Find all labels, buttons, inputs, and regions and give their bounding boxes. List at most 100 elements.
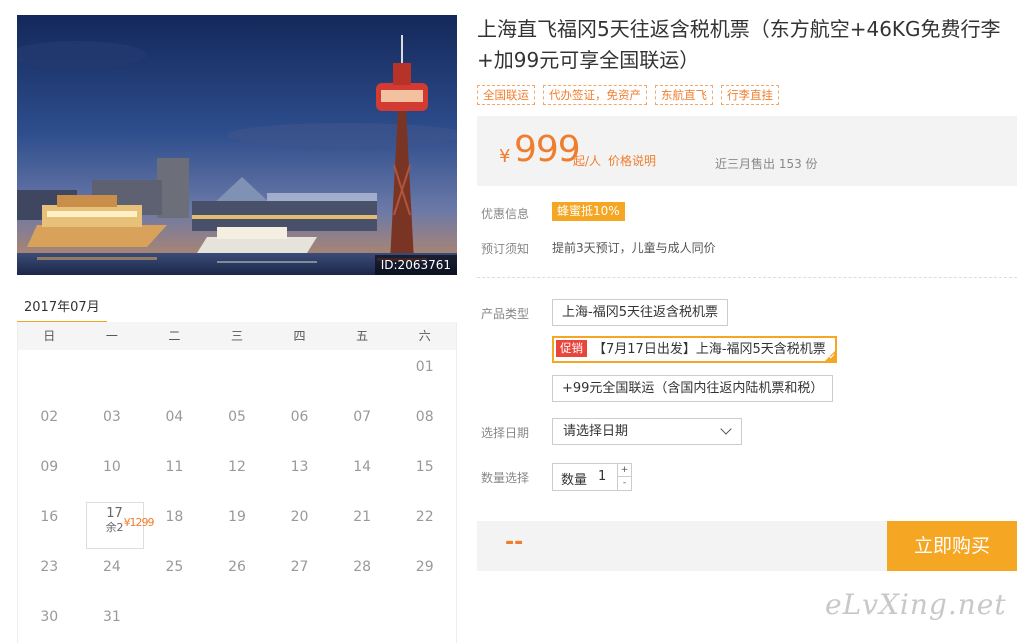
- calendar-day: 04: [143, 400, 206, 450]
- calendar-blank-cell: [268, 350, 331, 400]
- product-option-text: 上海-福冈5天往返含税机票: [562, 305, 718, 320]
- calendar-day: 06: [268, 400, 331, 450]
- calendar-blank-cell: [81, 350, 144, 400]
- product-photo: ID:2063761: [17, 15, 457, 275]
- selected-check-icon: [824, 351, 835, 361]
- calendar-day-available[interactable]: 17 ¥1299 余2: [85, 502, 155, 549]
- discount-label: 优惠信息: [481, 207, 530, 221]
- calendar-day-number: 24: [102, 559, 121, 575]
- calendar-day-number: 16: [40, 509, 59, 525]
- chevron-down-icon: [720, 423, 732, 435]
- calendar-day-number: 23: [40, 559, 59, 575]
- calendar-day: 30: [18, 600, 81, 643]
- calendar-day: 05: [206, 400, 269, 450]
- product-tag: 东航直飞: [655, 85, 713, 105]
- booking-notice-label: 预订须知: [481, 242, 530, 256]
- calendar-blank-cell: [143, 350, 206, 400]
- calendar-day: 20: [268, 500, 331, 550]
- calendar-blank-cell: [206, 350, 269, 400]
- calendar-day: 25: [143, 550, 206, 600]
- product-option-2[interactable]: 促销 【7月17日出发】上海-福冈5天含税机票: [552, 336, 837, 363]
- price-amount: 999: [514, 129, 581, 170]
- price-unit: 起/人: [573, 154, 602, 168]
- weekday-label: 五: [356, 329, 369, 343]
- photo-id-label: ID:2063761: [374, 255, 457, 275]
- quantity-minus-button[interactable]: -: [617, 477, 631, 490]
- calendar-month-tab[interactable]: 2017年07月: [17, 294, 107, 324]
- calendar-day[interactable]: 17 ¥1299 余2: [81, 500, 155, 550]
- quantity-value[interactable]: 1: [598, 469, 606, 484]
- date-select-placeholder: 请选择日期: [563, 424, 629, 439]
- product-title: 上海直飞福冈5天往返含税机票（东方航空+46KG免费行李+加99元可享全国联运）: [477, 17, 1001, 72]
- weekday-label: 日: [43, 329, 56, 343]
- product-option-text: 【7月17日出发】上海-福冈5天含税机票: [593, 342, 826, 357]
- calendar-day: 27: [268, 550, 331, 600]
- calendar-day: 11: [143, 450, 206, 500]
- harbor-night-scene: [17, 15, 457, 275]
- calendar-day: 14: [331, 450, 394, 500]
- calendar-blank-cell: [331, 350, 394, 400]
- calendar-day-number: 14: [353, 459, 372, 475]
- calendar-day: 22: [393, 500, 456, 550]
- calendar-day: 10: [81, 450, 144, 500]
- date-label: 选择日期: [481, 426, 530, 440]
- calendar-day-number: 04: [165, 409, 184, 425]
- calendar-day-number: 21: [353, 509, 372, 525]
- date-select[interactable]: 请选择日期: [552, 418, 742, 445]
- quantity-stepper: 数量 1 + -: [552, 463, 632, 491]
- product-option-3[interactable]: +99元全国联运（含国内往返内陆机票和税）: [552, 375, 834, 402]
- calendar-day: 23: [18, 550, 81, 600]
- calendar-day: 08: [393, 400, 456, 450]
- calendar-day: 29: [393, 550, 456, 600]
- product-option-1[interactable]: 上海-福冈5天往返含税机票: [552, 299, 728, 326]
- calendar-day: 15: [393, 450, 456, 500]
- calendar-day-number: 25: [165, 559, 184, 575]
- calendar-day-number: 08: [415, 409, 434, 425]
- product-tag: 代办签证，免资产: [543, 85, 647, 105]
- calendar-day-number: 06: [290, 409, 309, 425]
- quantity-inner-label: 数量: [561, 473, 588, 488]
- calendar-day-number: 30: [40, 609, 59, 625]
- calendar-day-number: 01: [415, 359, 434, 375]
- calendar-weekday-header: 日一二三四五六: [18, 322, 456, 350]
- calendar-day-number: 31: [102, 609, 121, 625]
- calendar-day-number: 11: [165, 459, 184, 475]
- calendar-day-number: 19: [228, 509, 246, 525]
- calendar-day: 09: [18, 450, 81, 500]
- total-price: --: [505, 530, 524, 555]
- calendar-day: 07: [331, 400, 394, 450]
- calendar-day: 26: [206, 550, 269, 600]
- calendar-day: 19: [206, 500, 269, 550]
- quantity-plus-button[interactable]: +: [617, 464, 631, 477]
- total-price-bar: --: [477, 521, 887, 571]
- watermark: eLvXing.net: [825, 588, 1007, 621]
- discount-badge: 蜂蜜抵10%: [552, 202, 625, 221]
- calendar-day-number: 18: [165, 509, 184, 525]
- calendar-day-number: 20: [290, 509, 309, 525]
- buy-now-button[interactable]: 立即购买: [887, 521, 1017, 571]
- calendar-day-number: 07: [353, 409, 372, 425]
- calendar-day: 12: [206, 450, 269, 500]
- calendar-day: 16: [18, 500, 81, 550]
- calendar-day: 24: [81, 550, 144, 600]
- calendar-day: 03: [81, 400, 144, 450]
- calendar-day: 18: [143, 500, 206, 550]
- price-explanation-link[interactable]: 价格说明: [608, 152, 656, 169]
- calendar-day-number: 22: [415, 509, 434, 525]
- calendar: 日 一 二 三 四 五 六 01 02 03 04 05 06 07 08 09 10 11 12 13 14 15 16…: [17, 322, 457, 643]
- calendar-day-number: 28: [353, 559, 372, 575]
- currency-symbol: ¥: [499, 146, 511, 167]
- calendar-day: 02: [18, 400, 81, 450]
- weekday-label: 三: [230, 329, 243, 343]
- product-tags: 全国联运 代办签证，免资产 东航直飞 行李直挂: [477, 85, 779, 105]
- calendar-day-number: 09: [40, 459, 59, 475]
- product-tag: 全国联运: [477, 85, 535, 105]
- calendar-day: 13: [268, 450, 331, 500]
- calendar-day-number: 03: [102, 409, 121, 425]
- calendar-day-number: 13: [290, 459, 309, 475]
- sold-count: 近三月售出 153 份: [715, 157, 818, 171]
- product-option-text: +99元全国联运（含国内往返内陆机票和税）: [562, 381, 824, 396]
- calendar-day-number: 15: [415, 459, 434, 475]
- price-box: ¥ 999 起/人 价格说明 近三月售出 153 份: [477, 116, 1017, 186]
- product-type-label: 产品类型: [481, 307, 530, 321]
